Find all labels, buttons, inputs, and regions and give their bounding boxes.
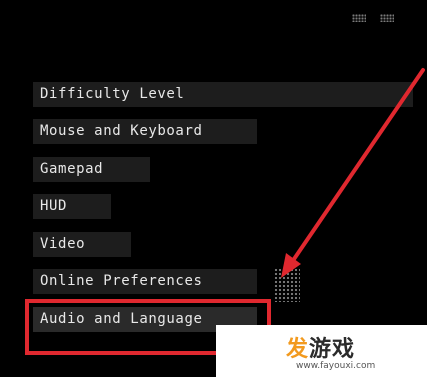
menu-item-hud[interactable]: HUD	[33, 194, 111, 219]
menu-item-gamepad[interactable]: Gamepad	[33, 157, 150, 182]
menu-item-online-preferences[interactable]: Online Preferences	[33, 269, 257, 294]
watermark: 发游戏 www.fayouxi.com	[216, 325, 427, 377]
menu-item-mouse-and-keyboard[interactable]: Mouse and Keyboard	[33, 119, 257, 144]
watermark-logo-part2: 游戏	[309, 337, 356, 362]
settings-screen: Difficulty Level Mouse and Keyboard Game…	[0, 0, 427, 377]
watermark-logo-part1: 发	[286, 337, 310, 362]
watermark-url: www.fayouxi.com	[296, 361, 376, 371]
menu-item-video[interactable]: Video	[33, 232, 131, 257]
decorative-dots	[380, 14, 394, 22]
decorative-dots	[352, 14, 366, 22]
watermark-logo: 发游戏	[286, 331, 355, 363]
mouse-cursor	[274, 268, 300, 302]
menu-item-difficulty-level[interactable]: Difficulty Level	[33, 82, 413, 107]
